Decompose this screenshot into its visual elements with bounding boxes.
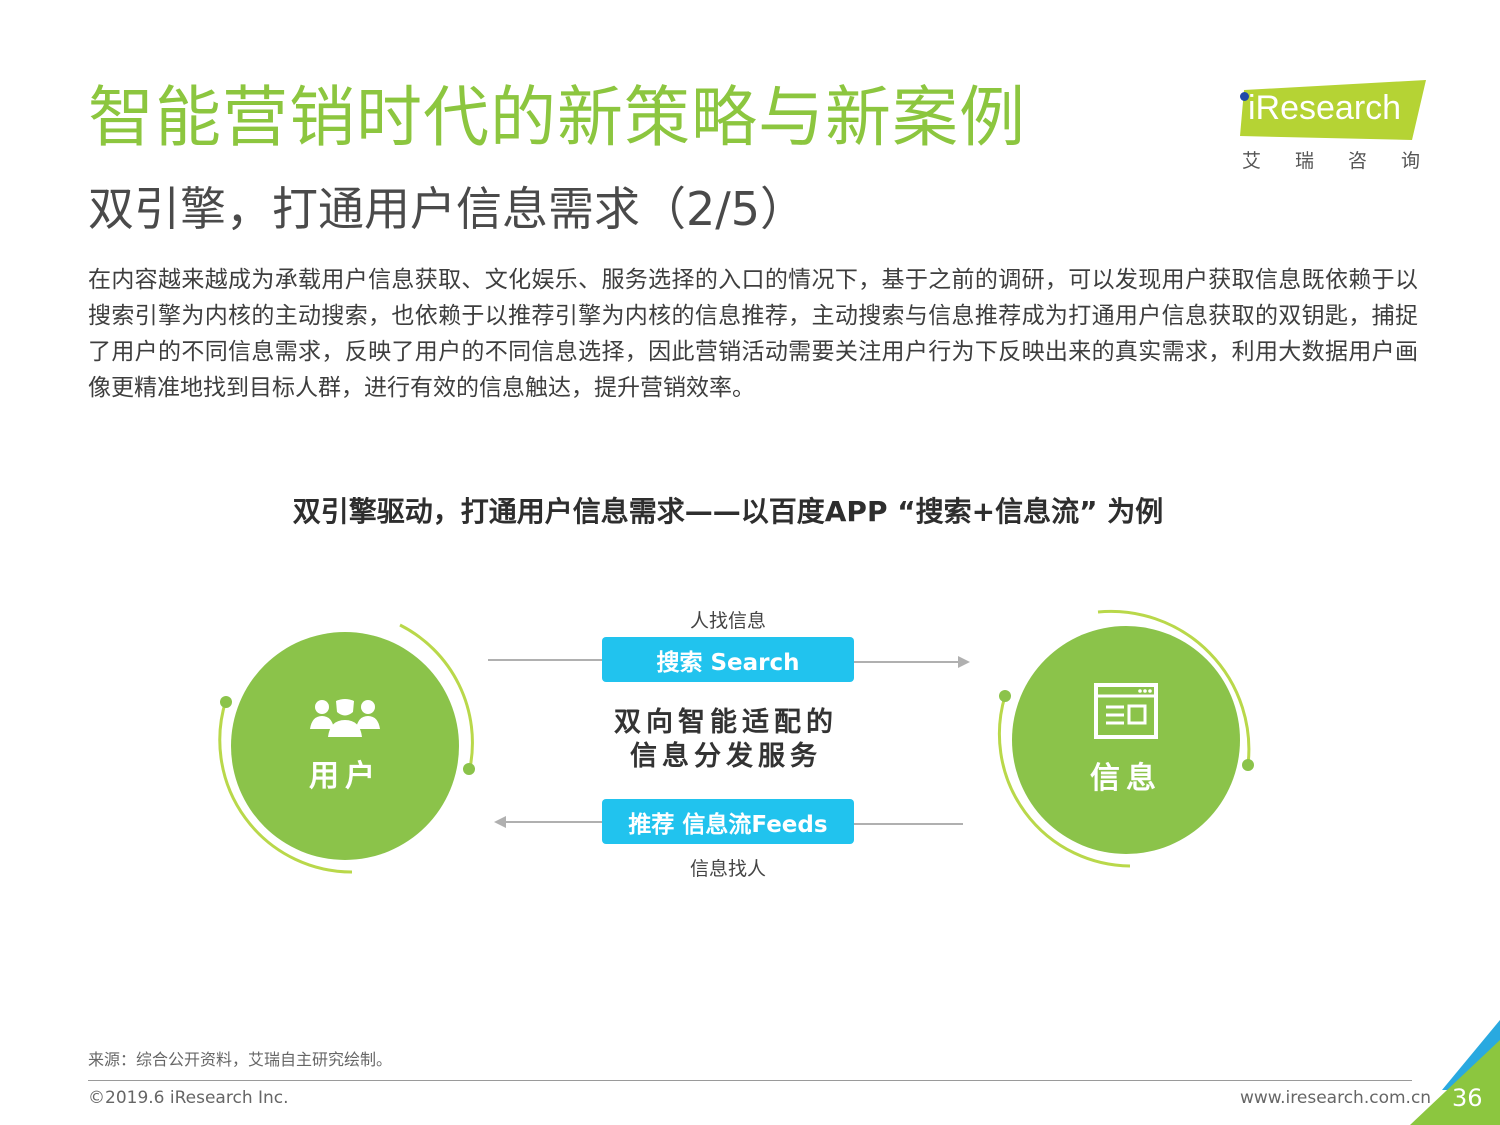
iresearch-logo: iResearch 艾瑞咨询 xyxy=(1234,76,1430,176)
page-number: 36 xyxy=(1452,1084,1483,1112)
website-url: www.iresearch.com.cn xyxy=(1240,1088,1432,1108)
center-text-line-2: 信息分发服务 xyxy=(630,741,822,772)
diagram-title: 双引擎驱动，打通用户信息需求——以百度APP “搜索+信息流” 为例 xyxy=(292,495,1164,528)
right-arc-dot-left xyxy=(999,690,1011,702)
browser-window-icon xyxy=(1094,683,1158,739)
page-subtitle: 双引擎，打通用户信息需求（2/5） xyxy=(88,182,807,236)
bottom-arrow-caption: 信息找人 xyxy=(690,858,767,880)
feeds-pill: 推荐 信息流Feeds xyxy=(602,799,854,844)
users-group-icon xyxy=(310,699,380,737)
user-node-label: 用户 xyxy=(309,759,381,794)
left-arc-dot-right xyxy=(463,763,475,775)
center-description: 双向智能适配的 信息分发服务 xyxy=(606,706,846,774)
intro-paragraph: 在内容越来越成为承载用户信息获取、文化娱乐、服务选择的入口的情况下，基于之前的调… xyxy=(88,267,1418,401)
right-arc-dot-right xyxy=(1242,759,1254,771)
page-title: 智能营销时代的新策略与新案例 xyxy=(88,79,1026,156)
source-note: 来源：综合公开资料，艾瑞自主研究绘制。 xyxy=(88,1050,393,1069)
copyright: ©2019.6 iResearch Inc. xyxy=(88,1088,289,1108)
top-arrow-caption: 人找信息 xyxy=(690,610,767,632)
search-pill: 搜索 Search xyxy=(602,637,854,682)
footer-divider xyxy=(88,1080,1412,1081)
user-node: 用户 xyxy=(231,632,459,860)
logo-chinese-text: 艾瑞咨询 xyxy=(1242,150,1455,172)
top-arrow-head xyxy=(958,656,970,668)
center-text-line-1: 双向智能适配的 xyxy=(614,707,838,738)
info-node: 信息 xyxy=(1012,626,1240,854)
left-arc-dot-left xyxy=(220,696,232,708)
logo-text: iResearch xyxy=(1248,89,1402,127)
bottom-arrow-head xyxy=(494,816,506,828)
info-node-label: 信息 xyxy=(1090,761,1162,796)
